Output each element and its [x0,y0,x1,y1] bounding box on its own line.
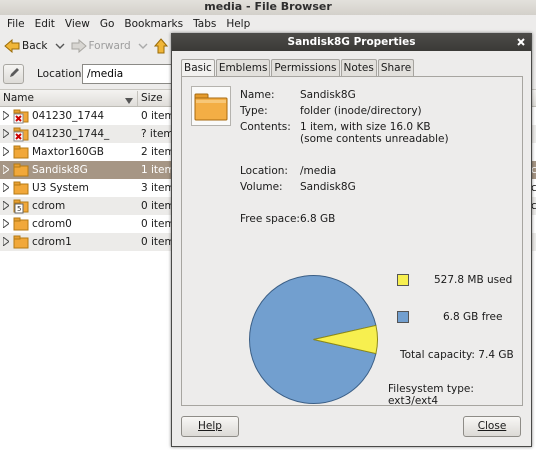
file-size: 0 item [141,236,175,248]
menu-file[interactable]: File [2,15,30,34]
menu-edit[interactable]: Edit [30,15,60,34]
pencil-icon [8,67,20,82]
tab-permissions[interactable]: Permissions [271,59,340,76]
close-button[interactable]: Close [463,416,521,437]
file-name: cdrom1 [32,236,72,248]
used-legend-label: 527.8 MB used [434,274,513,286]
column-header-name[interactable]: Name [3,92,34,104]
name-value: Sandisk8G [300,89,356,101]
folder-icon[interactable] [191,86,231,129]
menu-bookmarks[interactable]: Bookmarks [119,15,188,34]
file-name: U3 System [32,182,89,194]
file-name: cdrom0 [32,218,72,230]
volume-label: Volume: [240,181,283,193]
dialog-title: Sandisk8G Properties [172,34,531,51]
file-size: 3 item [141,182,175,194]
column-header-size[interactable]: Size [141,92,163,104]
basic-tab-panel: Name: Sandisk8G Type: folder (inode/dire… [181,76,523,407]
close-icon[interactable] [515,36,527,48]
expander-icon[interactable] [2,146,10,159]
free-space-label: Free space: [240,213,300,225]
file-name: 041230_1744 [32,110,105,122]
location-label: Location: [240,165,288,177]
name-label: Name: [240,89,275,101]
file-size: 0 item [141,200,175,212]
chevron-down-icon[interactable] [133,42,148,50]
free-legend-swatch [397,311,409,323]
file-name: 041230_1744_ [32,128,110,140]
svg-text:5: 5 [17,205,21,213]
expander-icon[interactable] [2,218,10,231]
edit-location-toggle[interactable] [3,64,24,84]
total-capacity: Total capacity: 7.4 GB [400,349,514,361]
menu-go[interactable]: Go [95,15,120,34]
file-name: cdrom [32,200,66,212]
forward-arrow-icon [71,39,87,53]
file-size: 0 item [141,110,175,122]
up-button[interactable] [153,38,168,54]
used-legend-swatch [397,274,409,286]
tab-bar: Basic Emblems Permissions Notes Share [181,59,415,77]
window-title: media - File Browser [0,0,536,15]
menu-tabs[interactable]: Tabs [188,15,221,34]
disk-usage-pie-chart [249,275,378,404]
filesystem-type: Filesystem type: ext3/ext4 [388,383,474,407]
expander-icon[interactable] [2,164,10,177]
tab-basic[interactable]: Basic [181,59,215,77]
help-button-label: Help [198,420,222,432]
file-name: Maxtor160GB [32,146,104,158]
back-arrow-icon [4,39,20,53]
expander-icon[interactable] [2,236,10,249]
back-label: Back [22,40,48,52]
menu-view[interactable]: View [60,15,95,34]
contents-label: Contents: [240,121,291,133]
file-name: Sandisk8G [32,164,88,176]
type-value: folder (inode/directory) [300,105,422,117]
tab-share[interactable]: Share [377,59,415,76]
tab-emblems[interactable]: Emblems [215,59,271,76]
file-size: ? item [141,128,174,140]
file-size: 1 item [141,164,175,176]
location-value: /media [300,165,337,177]
expander-icon[interactable] [2,128,10,141]
menubar: File Edit View Go Bookmarks Tabs Help [0,15,536,34]
up-arrow-icon [153,38,168,54]
menu-help[interactable]: Help [221,15,255,34]
file-size: 2 item [141,146,175,158]
contents-value: 1 item, with size 16.0 KB [300,121,431,133]
help-button[interactable]: Help [181,416,239,437]
properties-dialog: Sandisk8G Properties Basic Emblems Permi… [171,33,532,447]
forward-button[interactable]: Forward [71,39,148,53]
contents-note: (some contents unreadable) [300,133,449,145]
free-space-value: 6.8 GB [300,213,336,225]
location-label: Location: [37,68,85,80]
expander-icon[interactable] [2,110,10,123]
free-legend-label: 6.8 GB free [443,311,503,323]
close-button-label: Close [477,420,507,432]
type-label: Type: [240,105,268,117]
forward-label: Forward [88,40,131,52]
tab-notes[interactable]: Notes [340,59,377,76]
back-button[interactable]: Back [4,39,65,53]
expander-icon[interactable] [2,200,10,213]
chevron-down-icon[interactable] [50,42,65,50]
expander-icon[interactable] [2,182,10,195]
folder-icon [13,234,29,253]
column-divider[interactable] [137,91,138,106]
volume-value: Sandisk8G [300,181,356,193]
sort-down-icon [125,95,133,107]
file-size: 0 item [141,218,175,230]
